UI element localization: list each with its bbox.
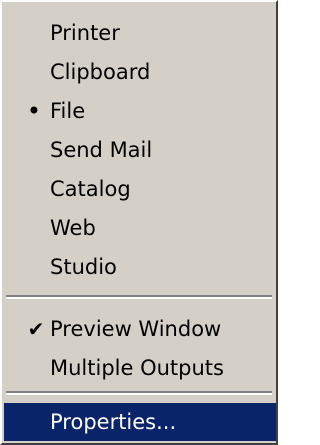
menu-item-properties[interactable]: Properties... (4, 403, 276, 441)
menu-item-clipboard[interactable]: Clipboard (4, 53, 276, 91)
menu-item-label: Multiple Outputs (50, 356, 224, 380)
menu-item-label: Clipboard (50, 60, 151, 84)
menu-item-label: Web (50, 216, 96, 240)
menu-item-label: Studio (50, 255, 117, 279)
menu-item-web[interactable]: Web (4, 209, 276, 247)
menu-item-label: Preview Window (50, 317, 222, 341)
menu-separator (6, 295, 272, 299)
menu-item-send-mail[interactable]: Send Mail (4, 131, 276, 169)
menu-separator (6, 391, 272, 395)
checkmark-icon: ✔ (27, 317, 45, 341)
menu-item-label: File (50, 99, 86, 123)
menu-item-studio[interactable]: Studio (4, 248, 276, 286)
menu-item-label: Properties... (50, 410, 177, 434)
menu-item-label: Catalog (50, 177, 131, 201)
menu-item-printer[interactable]: Printer (4, 14, 276, 52)
radio-bullet-icon: • (26, 97, 42, 125)
menu-item-multiple-outputs[interactable]: Multiple Outputs (4, 349, 276, 387)
menu-item-label: Printer (50, 21, 120, 45)
menu-item-preview-window[interactable]: ✔ Preview Window (4, 310, 276, 348)
menu-item-file[interactable]: • File (4, 92, 276, 130)
menu-item-catalog[interactable]: Catalog (4, 170, 276, 208)
context-menu: Printer Clipboard • File Send Mail Catal… (0, 0, 278, 445)
menu-item-label: Send Mail (50, 138, 153, 162)
